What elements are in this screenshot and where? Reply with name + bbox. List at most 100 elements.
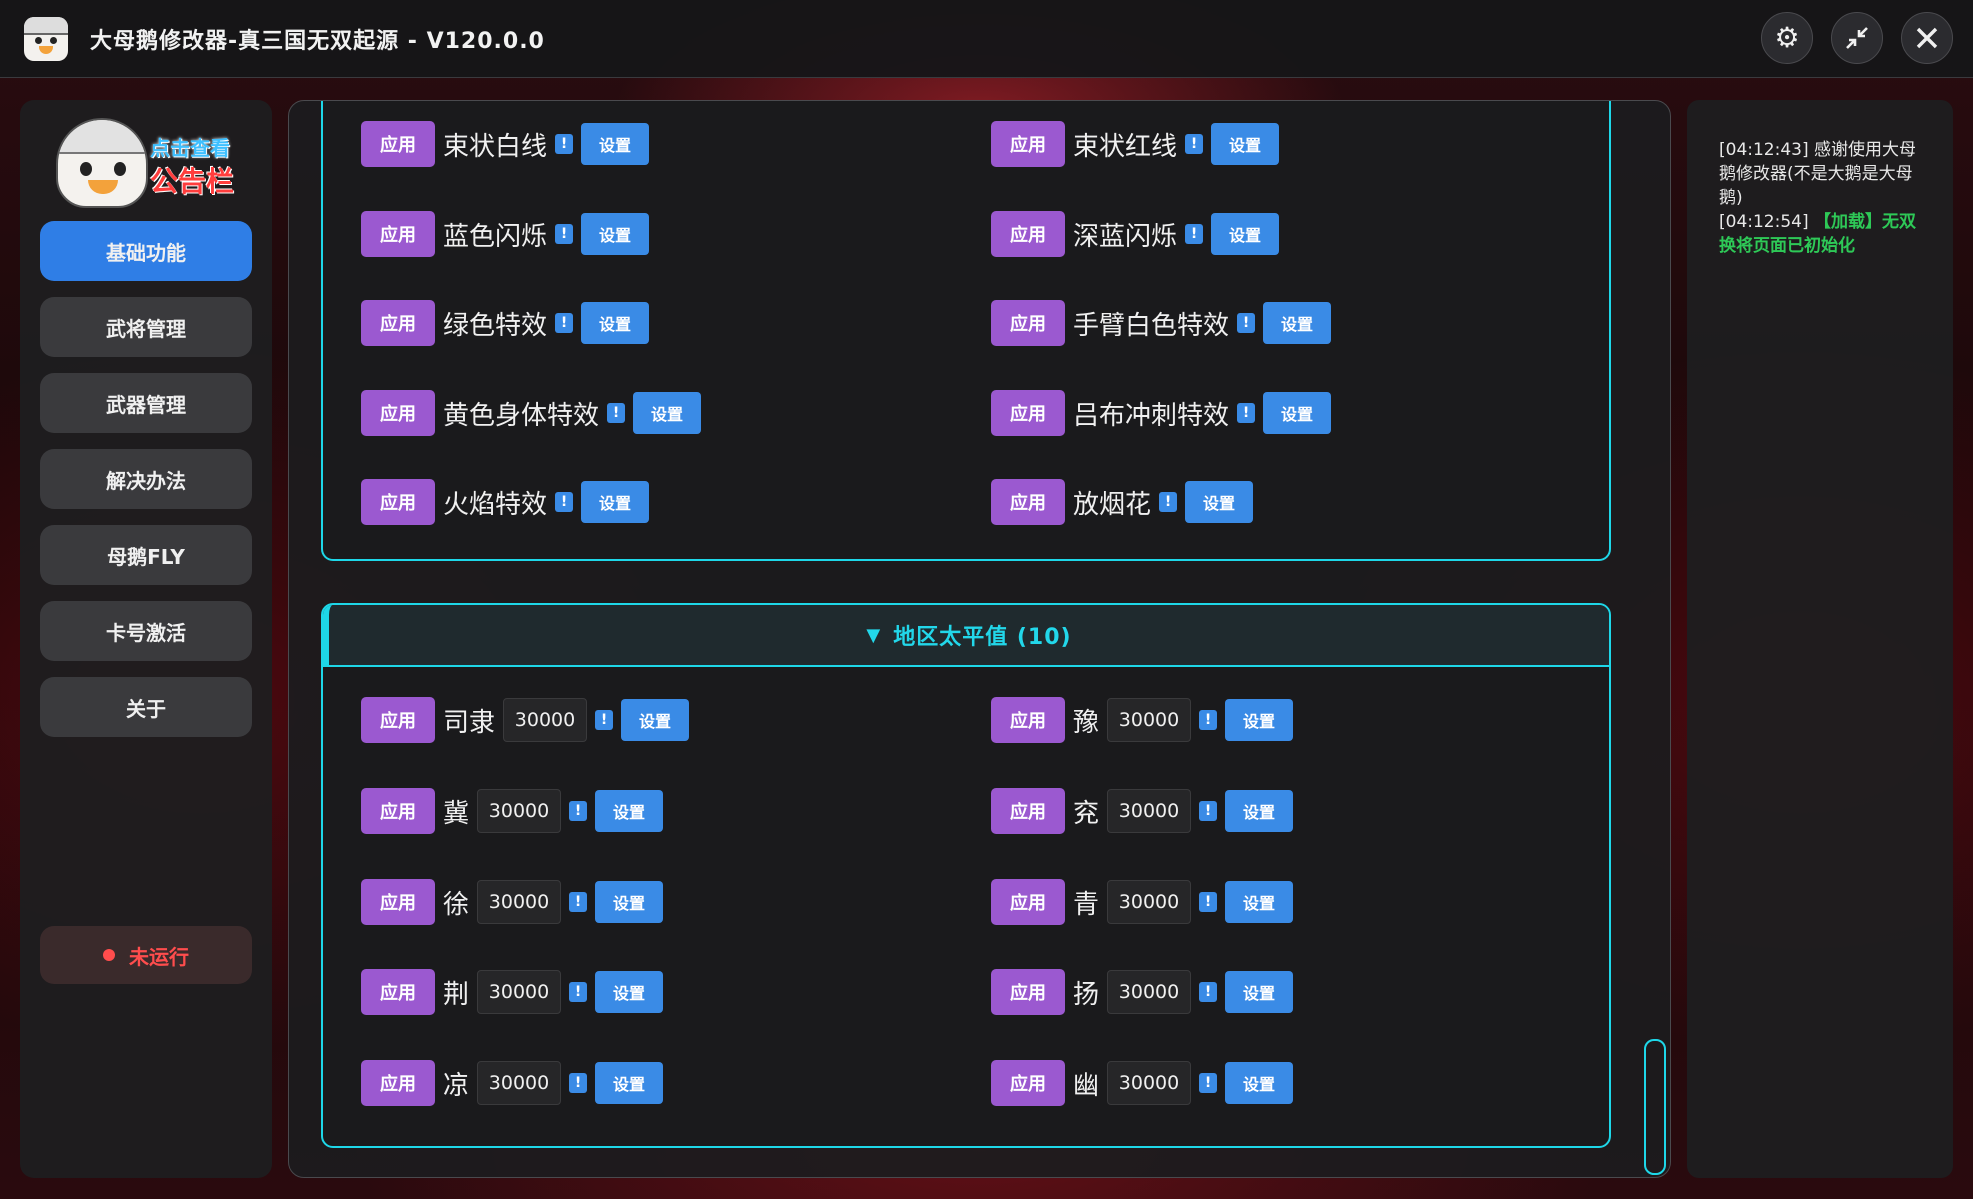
status-text: 未运行	[129, 944, 189, 969]
set-button[interactable]: 设置	[595, 790, 664, 832]
value-input[interactable]: 30000	[1107, 789, 1192, 833]
info-icon[interactable]: !	[555, 134, 574, 154]
nav-card-activation[interactable]: 卡号激活	[40, 601, 252, 661]
nav-goose-fly[interactable]: 母鹅FLY	[40, 525, 252, 585]
apply-button[interactable]: 应用	[361, 300, 435, 346]
apply-button[interactable]: 应用	[361, 697, 435, 743]
set-button[interactable]: 设置	[1263, 302, 1332, 344]
set-button[interactable]: 设置	[1225, 881, 1294, 923]
info-icon[interactable]: !	[555, 492, 574, 512]
set-button[interactable]: 设置	[595, 971, 664, 1013]
region-section-header[interactable]: ▼ 地区太平值 (10)	[323, 605, 1609, 667]
value-input[interactable]: 30000	[1107, 970, 1192, 1014]
row-label: 束状红线	[1073, 131, 1178, 162]
apply-button[interactable]: 应用	[361, 969, 435, 1015]
value-input[interactable]: 30000	[1107, 1061, 1192, 1105]
effect-row: 应用 司隶 30000! 设置	[361, 697, 690, 743]
set-button[interactable]: 设置	[621, 699, 690, 741]
apply-button[interactable]: 应用	[991, 211, 1065, 257]
announcement-logo[interactable]: 点击查看 公告栏	[56, 118, 236, 210]
set-button[interactable]: 设置	[1211, 213, 1280, 255]
logo-text-bottom: 公告栏	[150, 165, 235, 198]
scrollbar[interactable]	[1644, 1039, 1666, 1175]
value-input[interactable]: 30000	[477, 789, 562, 833]
info-icon[interactable]: !	[1159, 492, 1178, 512]
info-icon[interactable]: !	[569, 1073, 588, 1093]
shrink-icon	[1846, 27, 1868, 49]
nav-solutions[interactable]: 解决办法	[40, 449, 252, 509]
set-button[interactable]: 设置	[633, 392, 702, 434]
effect-row: 应用 火焰特效! 设置	[361, 479, 650, 525]
info-icon[interactable]: !	[569, 892, 588, 912]
nav-weapon-management[interactable]: 武器管理	[40, 373, 252, 433]
info-icon[interactable]: !	[1237, 403, 1256, 423]
log-time: [04:12:54]	[1719, 212, 1809, 232]
apply-button[interactable]: 应用	[361, 1060, 435, 1106]
info-icon[interactable]: !	[1199, 710, 1218, 730]
info-icon[interactable]: !	[595, 710, 614, 730]
info-icon[interactable]: !	[1199, 892, 1218, 912]
settings-button[interactable]: ⚙	[1761, 12, 1813, 64]
set-button[interactable]: 设置	[1225, 1062, 1294, 1104]
apply-button[interactable]: 应用	[991, 390, 1065, 436]
set-button[interactable]: 设置	[1225, 699, 1294, 741]
row-label: 冀	[443, 798, 470, 829]
set-button[interactable]: 设置	[581, 213, 650, 255]
value-input[interactable]: 30000	[1107, 698, 1192, 742]
status-dot-icon	[103, 949, 115, 961]
minimize-button[interactable]	[1831, 12, 1883, 64]
close-icon	[1916, 27, 1938, 49]
apply-button[interactable]: 应用	[361, 879, 435, 925]
apply-button[interactable]: 应用	[991, 479, 1065, 525]
info-icon[interactable]: !	[1237, 313, 1256, 333]
set-button[interactable]: 设置	[1263, 392, 1332, 434]
apply-button[interactable]: 应用	[991, 879, 1065, 925]
apply-button[interactable]: 应用	[991, 300, 1065, 346]
set-button[interactable]: 设置	[581, 302, 650, 344]
info-icon[interactable]: !	[555, 313, 574, 333]
apply-button[interactable]: 应用	[361, 788, 435, 834]
apply-button[interactable]: 应用	[361, 121, 435, 167]
set-button[interactable]: 设置	[1185, 481, 1254, 523]
info-icon[interactable]: !	[1199, 1073, 1218, 1093]
info-icon[interactable]: !	[1199, 801, 1218, 821]
set-button[interactable]: 设置	[1225, 790, 1294, 832]
apply-button[interactable]: 应用	[991, 697, 1065, 743]
value-input[interactable]: 30000	[503, 698, 588, 742]
apply-button[interactable]: 应用	[361, 390, 435, 436]
close-button[interactable]	[1901, 12, 1953, 64]
nav-basic-functions[interactable]: 基础功能	[40, 221, 252, 281]
set-button[interactable]: 设置	[595, 881, 664, 923]
info-icon[interactable]: !	[555, 224, 574, 244]
value-input[interactable]: 30000	[477, 1061, 562, 1105]
apply-button[interactable]: 应用	[991, 121, 1065, 167]
info-icon[interactable]: !	[569, 982, 588, 1002]
set-button[interactable]: 设置	[595, 1062, 664, 1104]
value-input[interactable]: 30000	[477, 970, 562, 1014]
info-icon[interactable]: !	[1185, 134, 1204, 154]
info-icon[interactable]: !	[1199, 982, 1218, 1002]
nav-general-management[interactable]: 武将管理	[40, 297, 252, 357]
info-icon[interactable]: !	[1185, 224, 1204, 244]
row-label: 司隶	[443, 707, 496, 738]
row-label: 放烟花	[1073, 489, 1152, 520]
apply-button[interactable]: 应用	[991, 969, 1065, 1015]
row-label: 深蓝闪烁	[1073, 221, 1178, 252]
set-button[interactable]: 设置	[1211, 123, 1280, 165]
set-button[interactable]: 设置	[581, 123, 650, 165]
row-label: 扬	[1073, 979, 1100, 1010]
value-input[interactable]: 30000	[477, 880, 562, 924]
info-icon[interactable]: !	[569, 801, 588, 821]
apply-button[interactable]: 应用	[361, 211, 435, 257]
value-input[interactable]: 30000	[1107, 880, 1192, 924]
apply-button[interactable]: 应用	[991, 788, 1065, 834]
effect-row: 应用青 30000! 设置	[991, 879, 1294, 925]
nav-about[interactable]: 关于	[40, 677, 252, 737]
set-button[interactable]: 设置	[581, 481, 650, 523]
set-button[interactable]: 设置	[1225, 971, 1294, 1013]
info-icon[interactable]: !	[607, 403, 626, 423]
effect-row: 应用 吕布冲刺特效! 设置	[991, 390, 1332, 436]
apply-button[interactable]: 应用	[361, 479, 435, 525]
row-label: 吕布冲刺特效	[1073, 400, 1230, 431]
apply-button[interactable]: 应用	[991, 1060, 1065, 1106]
